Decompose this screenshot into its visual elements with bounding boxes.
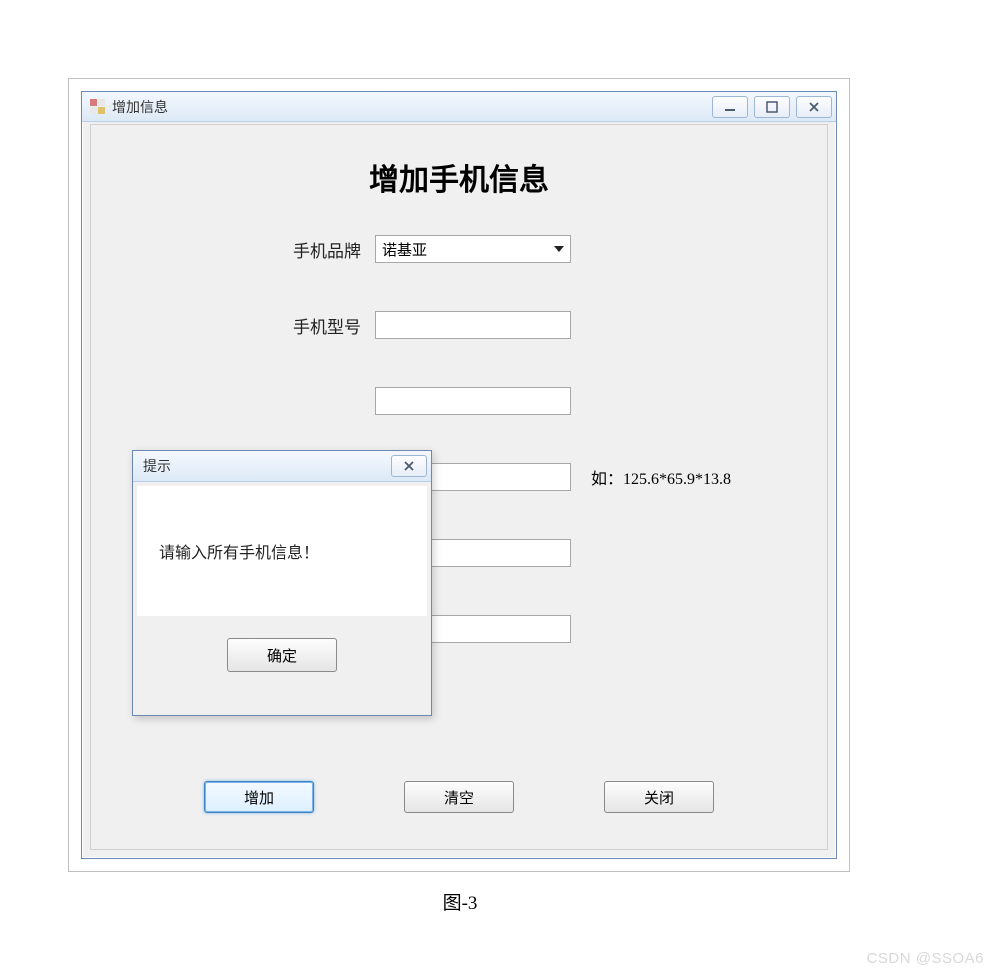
minimize-icon [724, 101, 736, 113]
dialog-ok-button[interactable]: 确定 [227, 638, 337, 672]
close-button[interactable] [796, 96, 832, 118]
brand-label: 手机品牌 [91, 237, 375, 262]
close-icon [808, 101, 820, 113]
dialog-close-button[interactable] [391, 455, 427, 477]
dialog-title: 提示 [143, 456, 391, 476]
model-label: 手机型号 [91, 313, 375, 338]
model-input[interactable] [375, 311, 571, 339]
add-button[interactable]: 增加 [204, 781, 314, 813]
row-field3 [91, 387, 827, 415]
field3-input[interactable] [375, 387, 571, 415]
maximize-icon [766, 101, 778, 113]
maximize-button[interactable] [754, 96, 790, 118]
close-icon [403, 460, 415, 472]
figure-caption: 图-3 [0, 888, 920, 915]
chevron-down-icon [554, 246, 564, 252]
window-title: 增加信息 [112, 97, 712, 117]
figure-border: 增加信息 增加手机信息 手机品牌 诺基亚 [68, 78, 850, 872]
dialog-message: 请输入所有手机信息！ [137, 486, 427, 616]
titlebar[interactable]: 增加信息 [82, 92, 836, 122]
size-hint: 如：125.6*65.9*13.8 [591, 465, 731, 489]
app-icon [90, 99, 106, 115]
page-title: 增加手机信息 [91, 155, 827, 199]
clear-button[interactable]: 清空 [404, 781, 514, 813]
window-controls [712, 96, 832, 118]
main-window: 增加信息 增加手机信息 手机品牌 诺基亚 [81, 91, 837, 859]
minimize-button[interactable] [712, 96, 748, 118]
row-brand: 手机品牌 诺基亚 [91, 235, 827, 263]
brand-select[interactable]: 诺基亚 [375, 235, 571, 263]
dialog-footer: 确定 [133, 620, 431, 672]
brand-selected-value: 诺基亚 [382, 239, 427, 260]
message-dialog: 提示 请输入所有手机信息！ 确定 [132, 450, 432, 716]
button-row: 增加 清空 关闭 [91, 781, 827, 813]
watermark: CSDN @SSOA6 [867, 950, 984, 967]
dialog-titlebar[interactable]: 提示 [133, 451, 431, 482]
row-model: 手机型号 [91, 311, 827, 339]
close-form-button[interactable]: 关闭 [604, 781, 714, 813]
